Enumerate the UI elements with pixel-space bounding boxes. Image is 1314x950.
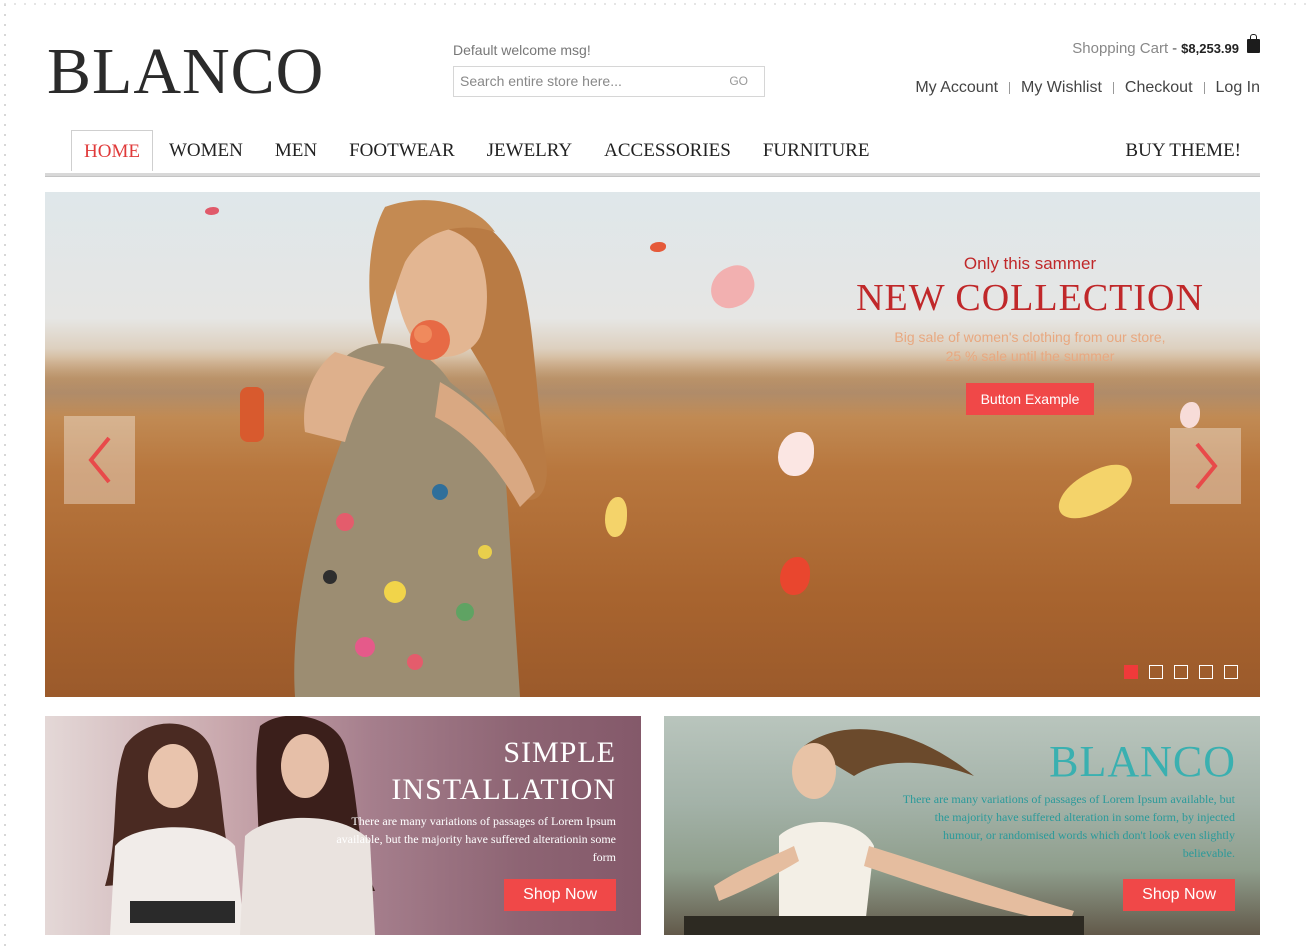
buy-theme-link[interactable]: BUY THEME! bbox=[1125, 130, 1241, 172]
nav-item-jewelry[interactable]: JEWELRY bbox=[471, 130, 589, 171]
nav-item-furniture[interactable]: FURNITURE bbox=[747, 130, 886, 171]
nav-item-footwear[interactable]: FOOTWEAR bbox=[333, 130, 471, 171]
slide-dot-4[interactable] bbox=[1199, 665, 1213, 679]
cart-label: Shopping Cart bbox=[1072, 40, 1169, 57]
promo-banner-installation[interactable]: SIMPLE INSTALLATION There are many varia… bbox=[45, 716, 641, 935]
slide-caption: Only this sammer NEW COLLECTION Big sale… bbox=[805, 254, 1255, 415]
main-navigation: HOME WOMEN MEN FOOTWEAR JEWELRY ACCESSOR… bbox=[45, 130, 1260, 177]
cart-separator: - bbox=[1172, 40, 1178, 57]
nav-item-men[interactable]: MEN bbox=[259, 130, 333, 171]
slide-dot-2[interactable] bbox=[1149, 665, 1163, 679]
petal-decoration bbox=[780, 557, 810, 595]
link-divider bbox=[1203, 82, 1205, 94]
search-go-button[interactable]: GO bbox=[729, 74, 748, 88]
banner-title-line: SIMPLE bbox=[503, 736, 616, 769]
petal-decoration bbox=[205, 207, 219, 215]
slide-description: Big sale of women's clothing from our st… bbox=[805, 328, 1255, 366]
my-wishlist-link[interactable]: My Wishlist bbox=[1021, 79, 1102, 97]
welcome-message: Default welcome msg! bbox=[453, 42, 591, 58]
site-logo[interactable]: BLANCO bbox=[47, 34, 324, 110]
banner-title: BLANCO bbox=[1049, 737, 1236, 786]
shopping-cart[interactable]: Shopping Cart - $8,253.99 bbox=[1072, 33, 1260, 57]
checkout-link[interactable]: Checkout bbox=[1125, 79, 1193, 97]
chevron-left-icon bbox=[87, 436, 111, 484]
chevron-right-icon bbox=[1194, 442, 1218, 490]
link-divider bbox=[1009, 82, 1011, 94]
shop-now-button[interactable]: Shop Now bbox=[1123, 879, 1235, 911]
slide-dot-1[interactable] bbox=[1124, 665, 1138, 679]
slide-dot-5[interactable] bbox=[1224, 665, 1238, 679]
petal-decoration bbox=[704, 260, 761, 314]
shop-now-button[interactable]: Shop Now bbox=[504, 879, 616, 911]
search-input[interactable] bbox=[454, 67, 716, 95]
cart-amount: $8,253.99 bbox=[1181, 41, 1239, 56]
slide-description-line: 25 % sale until the summer bbox=[945, 348, 1115, 364]
promo-banner-blanco[interactable]: BLANCO There are many variations of pass… bbox=[664, 716, 1260, 935]
slider-next-button[interactable] bbox=[1170, 428, 1241, 504]
nav-item-home[interactable]: HOME bbox=[71, 130, 153, 171]
shopping-bag-icon[interactable] bbox=[1247, 33, 1260, 53]
slider-pagination bbox=[1113, 665, 1238, 679]
slide-cta-button[interactable]: Button Example bbox=[965, 383, 1095, 415]
petal-decoration bbox=[1050, 456, 1140, 528]
banner-text: There are many variations of passages of… bbox=[336, 814, 616, 864]
slide-pre-title: Only this sammer bbox=[963, 254, 1097, 273]
petal-decoration bbox=[778, 432, 814, 476]
petal-decoration bbox=[650, 242, 666, 252]
banner-text: There are many variations of passages of… bbox=[902, 792, 1235, 860]
petal-decoration bbox=[605, 497, 627, 537]
slider-model-image bbox=[240, 200, 547, 697]
hero-slider: Only this sammer NEW COLLECTION Big sale… bbox=[45, 192, 1260, 697]
search-box: GO bbox=[453, 66, 765, 97]
slide-dot-3[interactable] bbox=[1174, 665, 1188, 679]
slide-description-line: Big sale of women's clothing from our st… bbox=[894, 329, 1166, 345]
nav-item-women[interactable]: WOMEN bbox=[153, 130, 259, 171]
account-links: My Account My Wishlist Checkout Log In bbox=[915, 79, 1260, 97]
banner-title: SIMPLE INSTALLATION bbox=[391, 734, 616, 808]
slide-title: NEW COLLECTION bbox=[856, 277, 1204, 319]
my-account-link[interactable]: My Account bbox=[915, 79, 998, 97]
nav-item-accessories[interactable]: ACCESSORIES bbox=[588, 130, 747, 171]
link-divider bbox=[1112, 82, 1114, 94]
dotted-top-rail bbox=[0, 0, 1314, 8]
log-in-link[interactable]: Log In bbox=[1216, 79, 1260, 97]
dotted-left-rail bbox=[0, 0, 10, 950]
slider-prev-button[interactable] bbox=[64, 416, 135, 504]
banner-title-line: INSTALLATION bbox=[391, 773, 616, 806]
